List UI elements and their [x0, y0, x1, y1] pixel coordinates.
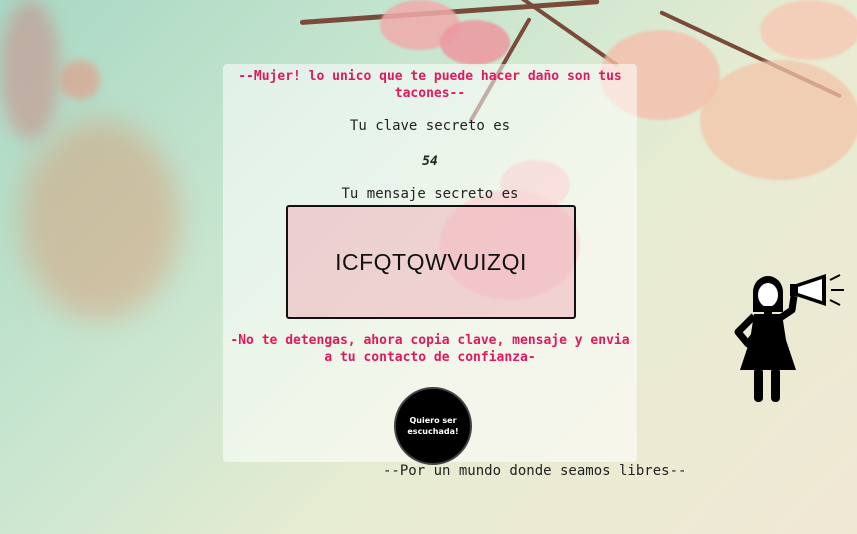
- blossom: [20, 120, 180, 320]
- footer-slogan: --Por un mundo donde seamos libres--: [383, 463, 687, 479]
- blossom: [60, 60, 100, 100]
- instruction-text: -No te detengas, ahora copia clave, mens…: [230, 333, 630, 365]
- headline: --Mujer! lo unico que te puede hacer dañ…: [238, 69, 622, 101]
- message-card: --Mujer! lo unico que te puede hacer dañ…: [223, 64, 637, 465]
- message-label: Tu mensaje secreto es: [341, 186, 519, 202]
- blossom: [440, 20, 510, 65]
- key-value: 54: [422, 154, 438, 169]
- key-label: Tu clave secreto es: [349, 118, 511, 134]
- secret-message-box: ICFQTQWVUIZQI: [286, 205, 576, 319]
- blossom: [0, 0, 60, 140]
- blossom: [760, 0, 857, 60]
- be-heard-button-label: Quiero ser escuchada!: [407, 416, 459, 436]
- woman-megaphone-icon: [730, 270, 848, 405]
- secret-message-text: ICFQTQWVUIZQI: [335, 248, 527, 275]
- blossom: [700, 60, 857, 180]
- be-heard-button[interactable]: Quiero ser escuchada!: [394, 387, 472, 465]
